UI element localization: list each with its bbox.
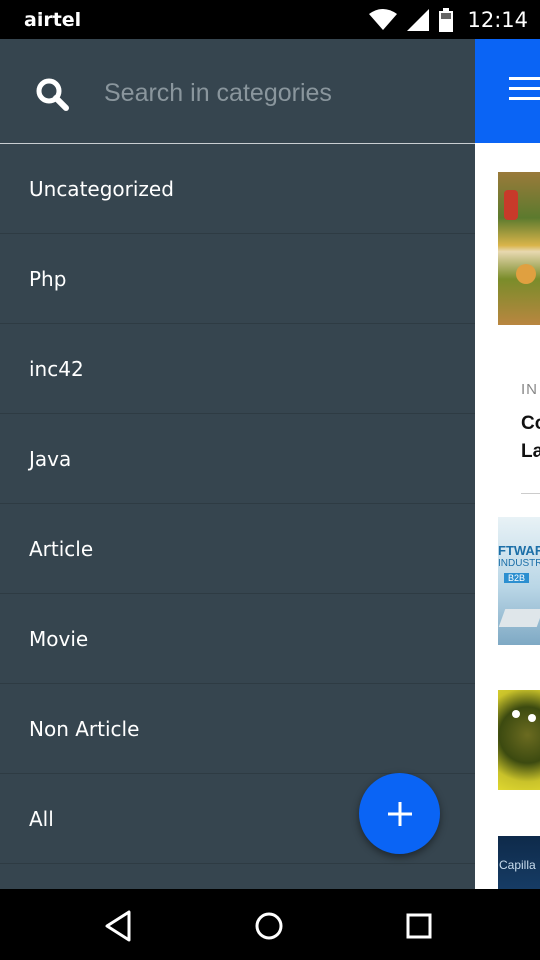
status-bar: airtel 12:14 (0, 0, 540, 39)
article-thumbnail[interactable]: FTWARE INDUSTRY B2B (498, 517, 540, 645)
category-item-php[interactable]: Php (0, 234, 475, 324)
category-label: inc42 (29, 356, 84, 381)
back-icon[interactable] (102, 909, 136, 943)
category-drawer: Uncategorized Php inc42 Java Article Mov… (0, 39, 475, 889)
signal-icon (407, 9, 430, 31)
wifi-icon (369, 9, 398, 30)
thumbnail-text: FTWARE (498, 543, 540, 558)
article-thumbnail[interactable] (498, 172, 540, 325)
battery-icon (439, 8, 454, 32)
system-nav-bar (0, 889, 540, 960)
divider (521, 493, 540, 494)
recents-icon[interactable] (402, 909, 436, 943)
category-item-non-article[interactable]: Non Article (0, 684, 475, 774)
article-title-line[interactable]: Co (521, 413, 540, 435)
category-item-article[interactable]: Article (0, 504, 475, 594)
category-label: Java (29, 446, 72, 471)
category-item-inc42[interactable]: inc42 (0, 324, 475, 414)
clock: 12:14 (467, 8, 528, 32)
home-icon[interactable] (252, 909, 286, 943)
status-icons: 12:14 (369, 6, 528, 34)
article-category: IN (521, 381, 538, 398)
category-item-uncategorized[interactable]: Uncategorized (0, 144, 475, 234)
category-item-movie[interactable]: Movie (0, 594, 475, 684)
category-label: Uncategorized (29, 176, 174, 201)
search-icon[interactable] (35, 77, 69, 111)
thumbnail-text: Capilla (499, 858, 536, 872)
article-thumbnail[interactable]: Capilla (498, 836, 540, 889)
category-list: Uncategorized Php inc42 Java Article Mov… (0, 144, 475, 864)
category-label: All (29, 806, 54, 831)
thumbnail-text: INDUSTRY (498, 558, 540, 569)
category-label: Php (29, 266, 67, 291)
add-category-button[interactable] (359, 773, 440, 854)
article-thumbnail[interactable] (498, 690, 540, 790)
category-label: Article (29, 536, 94, 561)
plus-icon (387, 801, 412, 826)
category-label: Non Article (29, 716, 140, 741)
category-label: Movie (29, 626, 89, 651)
app-bar (475, 39, 540, 143)
main-content: IN Co La FTWARE INDUSTRY B2B Capilla (475, 39, 540, 889)
thumbnail-text: B2B (504, 573, 530, 583)
category-search-input[interactable] (104, 75, 444, 111)
article-title-line[interactable]: La (521, 441, 540, 463)
category-item-java[interactable]: Java (0, 414, 475, 504)
carrier-name: airtel (24, 9, 82, 31)
menu-icon[interactable] (509, 77, 540, 101)
search-bar (0, 39, 475, 143)
